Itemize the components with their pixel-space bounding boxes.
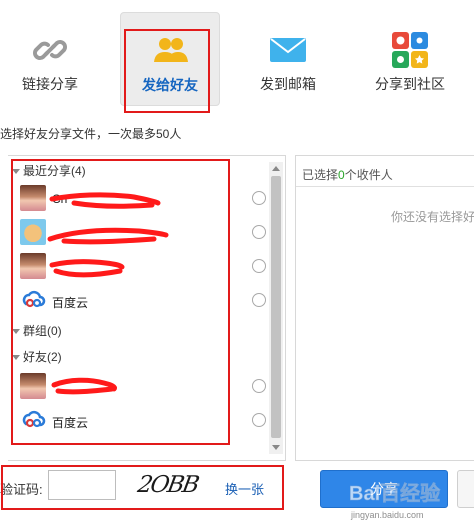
tab-share-to-community-label: 分享到社区 [375, 76, 445, 92]
tab-share-to-community[interactable]: 分享到社区 [360, 12, 460, 106]
select-radio[interactable] [252, 191, 266, 205]
mail-icon [270, 38, 306, 62]
share-hint-text: 选择好友分享文件，一次最多50人 [0, 127, 182, 141]
tab-link-share[interactable]: 链接分享 [0, 12, 100, 106]
recipients-count: 0 [338, 168, 345, 182]
divider [296, 186, 474, 187]
select-radio[interactable] [252, 225, 266, 239]
scrollbar-thumb[interactable] [271, 176, 281, 438]
highlight-box-captcha [1, 465, 284, 510]
tab-send-to-email[interactable]: 发到邮箱 [238, 12, 338, 106]
tab-link-share-label: 链接分享 [22, 76, 78, 92]
friend-list-scrollbar[interactable] [269, 162, 283, 454]
recipients-count-text: 已选择0个收件人 [302, 166, 393, 183]
tab-send-to-email-label: 发到邮箱 [260, 76, 316, 92]
link-icon [33, 40, 67, 60]
share-method-tabs: 链接分享 发给好友 发到邮箱 分享到社区 [0, 0, 474, 112]
scroll-up-arrow-icon[interactable] [272, 166, 280, 171]
recipients-suffix: 个收件人 [344, 168, 393, 182]
recipients-empty-text: 你还没有选择好 [391, 210, 474, 224]
recipients-prefix: 已选择 [302, 168, 339, 182]
highlight-box-tab [124, 29, 210, 113]
cancel-button[interactable] [457, 470, 474, 508]
community-icon [392, 32, 428, 68]
share-button[interactable]: 分享 [320, 470, 448, 508]
recipients-panel: 已选择0个收件人 你还没有选择好 [295, 155, 474, 461]
select-radio[interactable] [252, 259, 266, 273]
select-radio[interactable] [252, 413, 266, 427]
svg-text:jingyan.baidu.com: jingyan.baidu.com [350, 510, 424, 520]
select-radio[interactable] [252, 293, 266, 307]
select-radio[interactable] [252, 379, 266, 393]
scroll-down-arrow-icon[interactable] [272, 445, 280, 450]
highlight-box-list [11, 159, 230, 445]
